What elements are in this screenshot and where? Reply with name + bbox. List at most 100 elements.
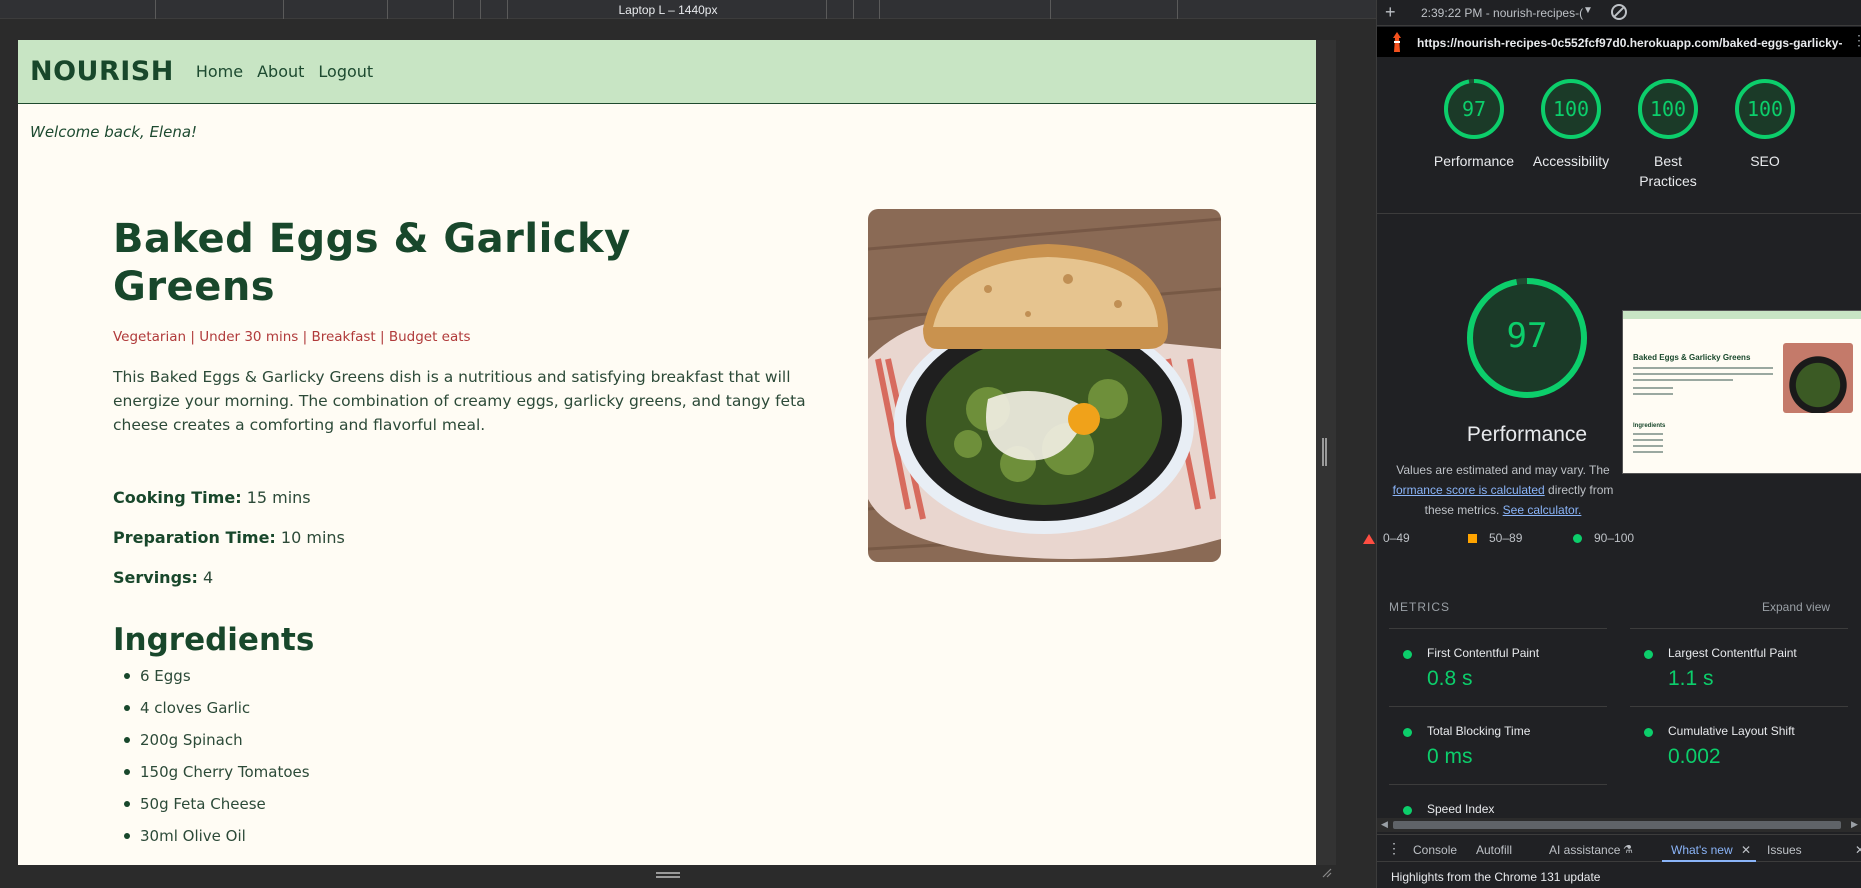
ingredient-item: 200g Spinach [124,731,310,763]
metric-value: 0 ms [1427,745,1473,768]
pass-circle-icon [1573,534,1582,543]
pass-circle-icon [1644,650,1653,659]
active-tab-indicator [1662,860,1756,862]
score-note: Values are estimated and may vary. The f… [1377,460,1629,520]
prep-time: Preparation Time: 10 mins [113,528,345,547]
recipe-tags: Vegetarian | Under 30 mins | Breakfast |… [113,329,471,345]
ingredient-item: 50g Feta Cheese [124,795,310,827]
score-value: 100 [1746,97,1784,121]
see-calculator-link[interactable]: See calculator. [1503,503,1582,517]
report-selector[interactable]: 2:39:22 PM - nourish-recipes-( [1421,6,1583,20]
site-navbar: NOURISH Home About Logout [18,40,1316,104]
lighthouse-icon [1393,32,1401,52]
score-value: 100 [1649,97,1687,121]
nav-link-home[interactable]: Home [196,62,243,81]
prep-time-label: Preparation Time: [113,528,276,547]
servings-label: Servings: [113,568,198,587]
score-calculated-link[interactable]: formance score is calculated [1393,483,1545,497]
new-report-icon[interactable]: + [1385,2,1396,23]
report-url-bar: https://nourish-recipes-0c552fcf97d0.her… [1377,27,1861,57]
score-value: 97 [1461,97,1487,121]
metrics-heading: METRICS [1389,600,1450,614]
score-gauge-performance[interactable]: 97 Performance [1424,78,1524,171]
ingredient-item: 6 Eggs [124,667,310,699]
horizontal-scrollbar[interactable]: ◀ ▶ [1377,818,1861,832]
chevron-down-icon[interactable]: ▼ [1583,5,1593,16]
recipe-title: Baked Eggs & Garlicky Greens [113,216,631,310]
thumbnail-ingredients: Ingredients [1633,423,1666,429]
fail-triangle-icon [1363,534,1375,544]
ingredients-heading: Ingredients [113,622,315,658]
score-gauge-seo[interactable]: 100 SEO [1715,78,1815,171]
metric-name: Largest Contentful Paint [1668,646,1797,660]
ingredient-item: 4 cloves Garlic [124,699,310,731]
scroll-right-icon[interactable]: ▶ [1851,819,1858,830]
tab-autofill[interactable]: Autofill [1476,843,1512,857]
expand-view-button[interactable]: Expand view [1762,600,1830,614]
cooking-time-label: Cooking Time: [113,488,242,507]
main-score-value: 97 [1506,316,1548,356]
score-gauge-best-practices[interactable]: 100 Best Practices [1618,78,1718,191]
drawer-menu-icon[interactable]: ⋮ [1387,840,1401,857]
lighthouse-toolbar: + 2:39:22 PM - nourish-recipes-( ▼ [1377,0,1861,26]
brand-logo[interactable]: NOURISH [30,56,174,87]
score-value: 100 [1552,97,1590,121]
pass-circle-icon [1403,806,1412,815]
whats-new-message: Highlights from the Chrome 131 update [1391,870,1601,884]
ingredient-item: 150g Cherry Tomatoes [124,763,310,795]
nav-link-logout[interactable]: Logout [318,62,373,81]
tab-ai-assistance[interactable]: AI assistance [1549,843,1620,857]
recipe-description: This Baked Eggs & Garlicky Greens dish i… [113,368,806,434]
main-score-gauge: 97 Performance [1427,276,1627,447]
metric-name: Speed Index [1427,802,1495,816]
nav-link-about[interactable]: About [257,62,304,81]
thumbnail-title: Baked Eggs & Garlicky Greens [1633,353,1751,362]
note-text: Values are estimated and may vary. The [1396,463,1610,477]
tab-issues[interactable]: Issues [1767,843,1802,857]
ingredient-item: 30ml Olive Oil [124,827,310,859]
score-label: Best Practices [1639,153,1697,189]
metric-tbt: Total Blocking Time 0 ms [1389,706,1607,784]
metric-name: Cumulative Layout Shift [1668,724,1795,738]
devtools-panel: + 2:39:22 PM - nourish-recipes-( ▼ https… [1363,0,1861,888]
device-size-label[interactable]: Laptop L – 1440px [0,3,1336,17]
average-square-icon [1468,534,1477,543]
score-label: SEO [1750,153,1780,169]
divider [1377,213,1861,214]
main-score-label: Performance [1466,423,1588,446]
flask-icon: ⚗ [1623,844,1633,856]
welcome-message: Welcome back, Elena! [30,123,198,141]
recipe-image [868,209,1221,562]
score-label: Accessibility [1532,153,1610,169]
metric-cls: Cumulative Layout Shift 0.002 [1630,706,1848,784]
legend-pass: 90–100 [1594,531,1635,545]
metric-value: 0.8 s [1427,667,1473,690]
metric-name: Total Blocking Time [1427,724,1531,738]
height-resize-handle[interactable] [656,872,680,878]
device-toolbar: Laptop L – 1440px [0,0,1376,19]
score-gauge-accessibility[interactable]: 100 Accessibility [1521,78,1621,171]
close-drawer-icon[interactable]: ✕ [1855,843,1861,857]
legend-average: 50–89 [1489,531,1523,545]
final-screenshot-thumbnail[interactable]: Baked Eggs & Garlicky Greens Ingredients [1622,310,1861,474]
close-tab-icon[interactable]: ✕ [1741,843,1751,857]
legend-fail: 0–49 [1383,531,1410,545]
metric-lcp: Largest Contentful Paint 1.1 s [1630,628,1848,706]
tab-whats-new[interactable]: What's new [1671,843,1733,857]
corner-resize-icon[interactable] [1320,866,1332,878]
width-resize-handle[interactable] [1322,438,1327,466]
pass-circle-icon [1644,728,1653,737]
scroll-left-icon[interactable]: ◀ [1381,819,1388,830]
pass-circle-icon [1403,728,1412,737]
ingredients-list: 6 Eggs 4 cloves Garlic 200g Spinach 150g… [124,667,310,859]
more-options-icon[interactable]: ⋮ [1852,32,1861,49]
report-url[interactable]: https://nourish-recipes-0c552fcf97d0.her… [1417,36,1842,50]
metric-value: 1.1 s [1668,667,1714,690]
clear-icon[interactable] [1611,4,1627,20]
drawer-tabbar: ⋮ Console Autofill AI assistance ⚗ What'… [1377,834,1861,862]
score-label: Performance [1433,153,1515,169]
servings: Servings: 4 [113,568,213,587]
scrollbar-thumb[interactable] [1393,821,1841,829]
tab-console[interactable]: Console [1413,843,1457,857]
prep-time-value: 10 mins [280,528,345,547]
